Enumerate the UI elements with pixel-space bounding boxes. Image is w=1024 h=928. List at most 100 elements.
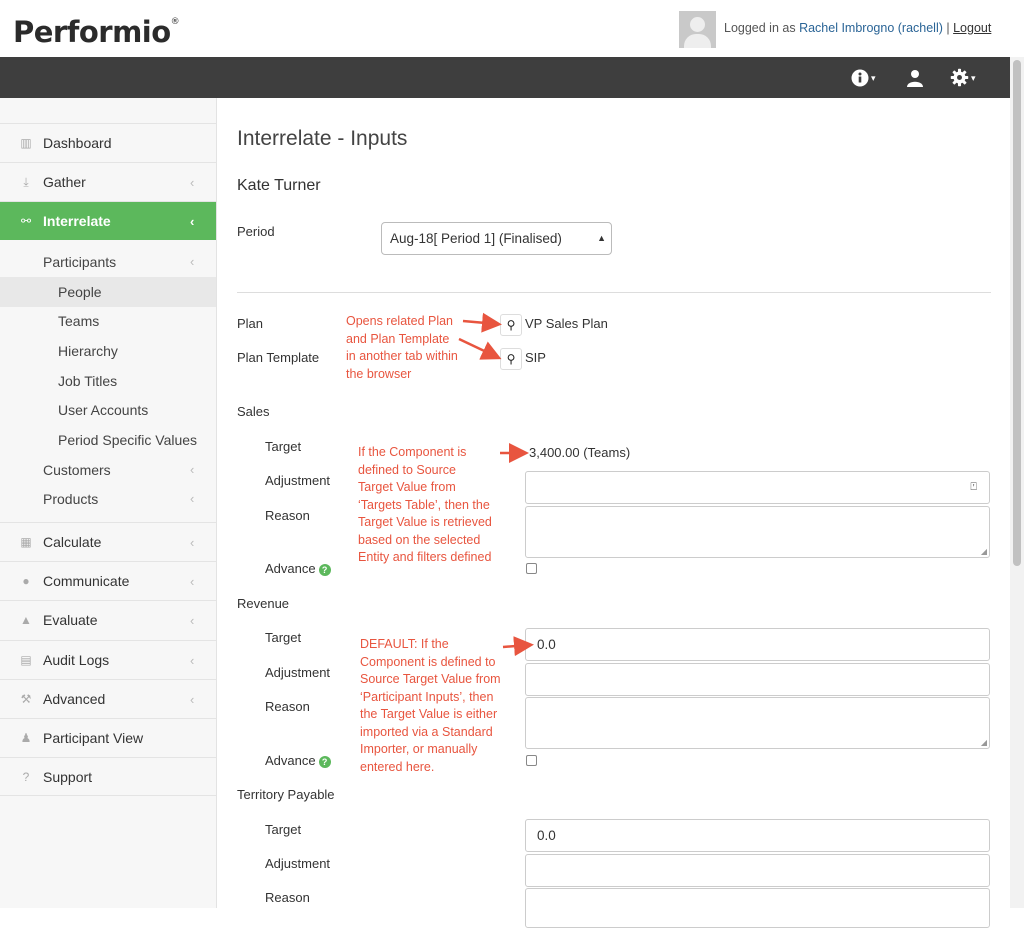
territory-adjustment-input[interactable] [525, 854, 990, 887]
avatar[interactable] [679, 11, 716, 48]
revenue-advance-label: Advance? [265, 753, 331, 768]
plan-template-label: Plan Template [237, 350, 320, 365]
territory-reason-textarea[interactable] [525, 888, 990, 928]
page-title: Interrelate - Inputs [237, 127, 408, 150]
thumbs-up-icon: ▲ [20, 613, 32, 627]
chevron-left-icon: ‹ [190, 214, 195, 229]
divider [237, 292, 991, 293]
sidebar-item-teams[interactable]: Teams [0, 306, 216, 336]
revenue-reason-textarea[interactable]: ◢ [525, 697, 990, 749]
user-menu[interactable] [906, 63, 924, 91]
sidebar-item-participant-view[interactable]: ♟ Participant View [0, 718, 216, 757]
chevron-left-icon: ‹ [190, 535, 195, 550]
search-icon: ⚲ [506, 318, 516, 332]
sidebar-item-dashboard[interactable]: ▥ Dashboard [0, 123, 216, 162]
chevron-left-icon: ‹ [190, 462, 195, 477]
login-status: Logged in as Rachel Imbrogno (rachell) |… [724, 21, 992, 35]
section-title-sales: Sales [237, 404, 270, 419]
section-title-revenue: Revenue [237, 596, 290, 611]
sidebar-item-communicate[interactable]: ● Communicate ‹ [0, 561, 216, 600]
chevron-left-icon: ‹ [190, 613, 195, 628]
sales-adjustment-input[interactable]: ⍞ [525, 471, 990, 504]
territory-reason-label: Reason [265, 890, 310, 905]
gear-icon [950, 68, 969, 87]
sidebar-item-people[interactable]: People [0, 277, 216, 307]
chevron-left-icon: ‹ [190, 692, 195, 707]
help-icon[interactable]: ? [318, 755, 331, 768]
sidebar-item-calculate[interactable]: ▦ Calculate ‹ [0, 522, 216, 561]
sidebar-item-period-specific-values[interactable]: Period Specific Values [0, 425, 216, 455]
sales-target-value: 3,400.00 (Teams) [529, 445, 631, 460]
bar-chart-icon: ▥ [20, 136, 32, 150]
chevron-left-icon: ‹ [190, 175, 195, 190]
settings-menu[interactable]: ▾ [950, 63, 976, 91]
file-icon: ▤ [20, 653, 32, 667]
navbar: ▾ ▾ [0, 57, 1010, 98]
revenue-adjustment-label: Adjustment [265, 665, 331, 680]
sidebar-item-support[interactable]: ? Support [0, 757, 216, 796]
plan-annotation: Opens related Plan and Plan Template in … [346, 314, 458, 381]
info-icon [851, 69, 869, 87]
sidebar-item-job-titles[interactable]: Job Titles [0, 366, 216, 396]
scrollbar-thumb[interactable] [1013, 60, 1021, 566]
section-title-territory-payable: Territory Payable [237, 787, 335, 802]
sidebar-item-interrelate[interactable]: ⚯ Interrelate ‹ [0, 201, 216, 240]
download-icon: ⤓ [23, 175, 29, 189]
revenue-target-label: Target [265, 630, 302, 645]
revenue-annotation: DEFAULT: If the Component is defined to … [360, 637, 501, 774]
sales-advance-label: Advance? [265, 561, 331, 576]
sales-reason-textarea[interactable]: ◢ [525, 506, 990, 558]
plan-search-button[interactable]: ⚲ [500, 314, 522, 336]
help-icon[interactable]: ? [318, 563, 331, 576]
sales-target-label: Target [265, 439, 302, 454]
logout-link[interactable]: Logout [953, 21, 991, 35]
user-link[interactable]: Rachel Imbrogno (rachell) [799, 21, 943, 35]
user-icon [907, 69, 923, 87]
chevron-left-icon: ‹ [190, 653, 195, 668]
main-content: Interrelate - Inputs Kate Turner Period … [217, 98, 1010, 928]
sidebar-item-advanced[interactable]: ⚒ Advanced ‹ [0, 679, 216, 718]
revenue-adjustment-input[interactable] [525, 663, 990, 696]
sidebar-item-gather[interactable]: ⤓ Gather ‹ [0, 162, 216, 201]
sidebar-item-evaluate[interactable]: ▲ Evaluate ‹ [0, 600, 216, 639]
wrench-icon: ⚒ [20, 692, 32, 706]
sidebar-item-participants[interactable]: Participants ‹ [0, 247, 216, 277]
link-icon: ⚯ [20, 214, 32, 228]
chevron-left-icon: ‹ [190, 254, 195, 269]
sales-advance-checkbox[interactable] [526, 563, 537, 574]
resize-grip-icon: ◢ [980, 547, 987, 556]
sales-annotation: If the Component is defined to Source Ta… [358, 445, 492, 564]
performio-logo[interactable]: Performio® [13, 15, 180, 49]
sidebar-item-audit-logs[interactable]: ▤ Audit Logs ‹ [0, 640, 216, 679]
user-icon: ♟ [20, 731, 32, 745]
territory-target-label: Target [265, 822, 302, 837]
search-icon: ⚲ [506, 352, 516, 366]
sales-reason-label: Reason [265, 508, 310, 523]
sidebar-item-products[interactable]: Products ‹ [0, 484, 216, 514]
info-menu[interactable]: ▾ [851, 63, 876, 91]
plan-label: Plan [237, 316, 264, 331]
revenue-advance-checkbox[interactable] [526, 755, 537, 766]
sidebar-item-hierarchy[interactable]: Hierarchy [0, 336, 216, 366]
resize-grip-icon: ◢ [980, 738, 987, 747]
plan-template-value: SIP [525, 350, 546, 365]
sales-adjustment-label: Adjustment [265, 473, 331, 488]
question-icon: ? [22, 770, 30, 784]
sidebar: ▥ Dashboard ⤓ Gather ‹ ⚯ Interrelate ‹ Partic… [0, 98, 217, 908]
period-label: Period [237, 224, 275, 239]
keypad-icon: ⍞ [970, 481, 977, 493]
territory-target-input[interactable]: 0.0 [525, 819, 990, 852]
chevron-left-icon: ‹ [190, 574, 195, 589]
revenue-target-input[interactable]: 0.0 [525, 628, 990, 661]
sidebar-item-user-accounts[interactable]: User Accounts [0, 395, 216, 425]
plan-value: VP Sales Plan [525, 316, 608, 331]
select-arrows-icon: ▲ [597, 233, 606, 243]
period-select[interactable]: Aug-18[ Period 1] (Finalised) ▲ [381, 222, 612, 255]
territory-adjustment-label: Adjustment [265, 856, 331, 871]
sidebar-item-customers[interactable]: Customers ‹ [0, 455, 216, 485]
revenue-reason-label: Reason [265, 699, 310, 714]
top-header: Performio® Logged in as Rachel Imbrogno … [0, 0, 1024, 57]
plan-template-search-button[interactable]: ⚲ [500, 348, 522, 370]
chevron-left-icon: ‹ [190, 491, 195, 506]
table-icon: ▦ [20, 535, 32, 549]
